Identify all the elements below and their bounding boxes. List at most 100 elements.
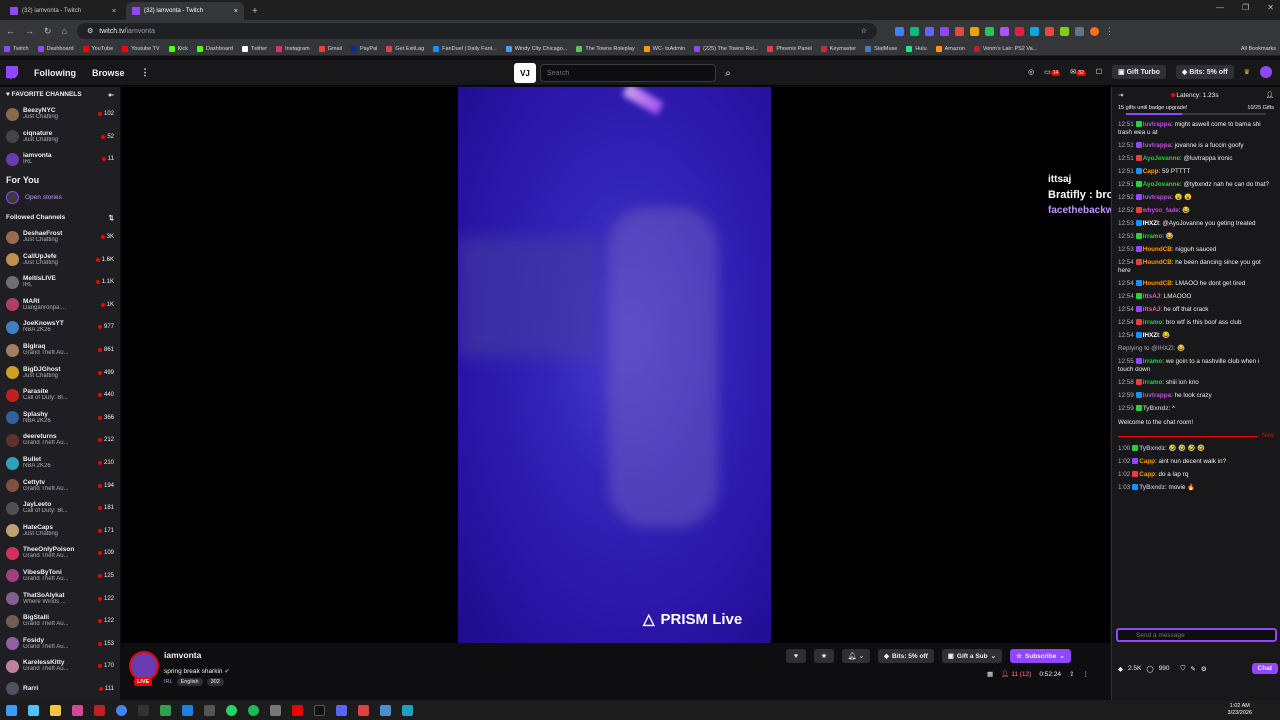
bookmark-item[interactable]: Amazon	[935, 45, 965, 52]
extension-icon[interactable]	[1074, 26, 1084, 36]
chat-badge-icon[interactable]	[1135, 319, 1142, 326]
bookmark-item[interactable]: Kick	[168, 45, 188, 52]
chat-username[interactable]: Capp	[1143, 168, 1159, 175]
chat-username[interactable]: irramo	[1143, 233, 1163, 240]
user-avatar[interactable]	[1260, 66, 1272, 78]
chat-username[interactable]: luvtrappa	[1143, 121, 1171, 128]
chat-message[interactable]: 12:51 Capp: 59 PTTTT	[1118, 168, 1274, 176]
chat-badge-icon[interactable]	[1135, 194, 1142, 201]
chat-badge-icon[interactable]	[1132, 484, 1139, 491]
sidebar-channel[interactable]: Fosidy Grand Theft Au... 153	[0, 632, 120, 655]
profile-avatar-icon[interactable]	[1089, 26, 1099, 36]
sidebar-channel[interactable]: iamvonta IRL 11	[0, 148, 120, 171]
chat-username[interactable]: TyBxndz	[1143, 405, 1169, 412]
bookmark-item[interactable]: Hulu	[906, 45, 927, 52]
browse-link[interactable]: Browse	[92, 68, 125, 78]
chat-message[interactable]: 12:55 irramo: we goin to a nashville club…	[1118, 358, 1274, 374]
drops-icon[interactable]: ◎	[1028, 68, 1034, 76]
extension-icon[interactable]	[984, 26, 994, 36]
taskbar-app-icon[interactable]	[182, 704, 193, 716]
crown-icon[interactable]: ♛	[1244, 68, 1250, 76]
file-explorer-icon[interactable]	[50, 704, 61, 716]
grid-icon[interactable]: ▦	[987, 670, 993, 678]
chat-username[interactable]: IHXZI	[1143, 220, 1159, 227]
whatsapp-icon[interactable]	[226, 704, 237, 716]
gift-sub-button[interactable]: ▣ Gift a Sub ⌄	[941, 649, 1003, 663]
all-bookmarks-link[interactable]: All Bookmarks	[1241, 46, 1276, 52]
close-tab-icon[interactable]: ×	[234, 8, 238, 15]
vj-logo[interactable]: VJ	[514, 63, 536, 83]
bookmark-item[interactable]: (225) The Towns Rol...	[694, 45, 758, 52]
sidebar-channel[interactable]: Parasite Call of Duty: Bl... 440	[0, 384, 120, 407]
whispers-icon[interactable]: ✉ 32	[1070, 68, 1086, 76]
chat-badge-icon[interactable]	[1135, 181, 1142, 188]
sidebar-channel[interactable]: Cettytv Grand Theft Au... 194	[0, 474, 120, 497]
sidebar-channel[interactable]: deereturns Grand Theft Au... 212	[0, 429, 120, 452]
chat-message[interactable]: 12:59 luvtrappa: he look crazy	[1118, 392, 1274, 400]
chat-badge-icon[interactable]	[1135, 155, 1142, 162]
chat-message[interactable]: 1:00 TyBxndz: 🤣 🤣 🤣 🤣	[1118, 445, 1274, 453]
channel-avatar[interactable]	[129, 651, 159, 681]
taskbar-app-icon[interactable]	[380, 704, 391, 716]
bookmark-star-icon[interactable]: ☆	[861, 27, 867, 35]
tag-count[interactable]: 302	[206, 678, 224, 686]
chat-message[interactable]: 1:03 TyBxndz: movie 🔥	[1118, 484, 1274, 492]
chat-username[interactable]: whyso_fade	[1143, 207, 1179, 214]
browser-tab[interactable]: (32) iamvonta - Twitch ×	[4, 2, 122, 20]
more-menu-icon[interactable]: ⋮	[141, 67, 150, 78]
extension-icon[interactable]	[999, 26, 1009, 36]
taskbar-app-icon[interactable]	[270, 704, 281, 716]
chat-badge-icon[interactable]	[1132, 445, 1139, 452]
bookmark-item[interactable]: The Towns Roleplay	[576, 45, 635, 52]
chat-username[interactable]: HoundCB	[1143, 259, 1172, 266]
open-stories-button[interactable]: Open stories	[0, 189, 120, 206]
bookmark-item[interactable]: Windy City Chicago...	[505, 45, 567, 52]
language-tag[interactable]: English	[176, 678, 203, 686]
taskbar-app-icon[interactable]	[28, 704, 39, 716]
subscribe-button[interactable]: ☆ Subscribe ⌄	[1010, 649, 1071, 663]
sidebar-channel[interactable]: CallUpJefe Just Chatting 1.6K	[0, 248, 120, 271]
bookmark-item[interactable]: Twitter	[241, 45, 267, 52]
bookmark-item[interactable]: FanDuel | Daily Fant...	[433, 45, 497, 52]
follow-heart-icon[interactable]: ♥	[786, 649, 806, 663]
search-input[interactable]	[540, 64, 716, 82]
chat-badge-icon[interactable]	[1135, 379, 1142, 386]
taskbar-app-icon[interactable]	[94, 704, 105, 716]
chat-badge-icon[interactable]	[1135, 358, 1142, 365]
collapse-sidebar-icon[interactable]: ⇤	[109, 91, 114, 99]
browser-tab-active[interactable]: (32) iamvonta - Twitch ×	[126, 2, 244, 20]
chat-message[interactable]: 12:51 luvtrappa: might aswell come to bam…	[1118, 121, 1274, 137]
sidebar-channel[interactable]: JayLeeto Call of Duty: Bl... 181	[0, 497, 120, 520]
spotify-icon[interactable]	[248, 704, 259, 716]
chat-message[interactable]: 12:54 ittsAJ: LMAOOO	[1118, 293, 1274, 301]
bookmark-item[interactable]: Youtube TV	[122, 45, 160, 52]
extension-icon[interactable]	[894, 26, 904, 36]
points-balance[interactable]: 990	[1159, 665, 1170, 672]
taskbar-app-icon[interactable]	[358, 704, 369, 716]
share-icon[interactable]: ⇪	[1069, 670, 1074, 678]
sidebar-channel[interactable]: BigIraq Grand Theft Au... 861	[0, 339, 120, 362]
maximize-icon[interactable]: ❐	[1242, 3, 1249, 12]
sidebar-channel[interactable]: KarelessKitty Grand Theft Au... 170	[0, 655, 120, 678]
chat-badge-icon[interactable]	[1135, 306, 1142, 313]
community-icon[interactable]: 👤︎	[1266, 91, 1274, 99]
sidebar-channel[interactable]: BigDJGhost Just Chatting 499	[0, 361, 120, 384]
chat-username[interactable]: ittsAJ	[1143, 306, 1161, 313]
close-window-icon[interactable]: ✕	[1267, 3, 1274, 12]
collapse-chat-icon[interactable]: ⇥	[1118, 91, 1123, 99]
chrome-icon[interactable]	[116, 704, 127, 716]
reload-icon[interactable]: ↻	[44, 26, 52, 37]
bookmark-item[interactable]: YouTube	[82, 45, 113, 52]
chat-badge-icon[interactable]	[1135, 293, 1142, 300]
extension-icon[interactable]	[939, 26, 949, 36]
bookmark-item[interactable]: Instagram	[276, 45, 310, 52]
bookmark-item[interactable]: PayPal	[350, 45, 377, 52]
inbox-icon[interactable]: ▭ 14	[1044, 68, 1061, 76]
chat-username[interactable]: TyBxndz	[1139, 445, 1165, 452]
chat-badge-icon[interactable]	[1132, 458, 1139, 465]
chat-message[interactable]: 12:54 ittsAJ: he off that crack	[1118, 306, 1274, 314]
system-clock[interactable]: 1:02 AM 3/23/2026	[1228, 703, 1252, 717]
sidebar-channel[interactable]: Splashy NBA 2K26 366	[0, 407, 120, 430]
sidebar-channel[interactable]: BeezyNYC Just Chatting 102	[0, 103, 120, 126]
stream-video[interactable]: △ PRISM Live	[458, 87, 771, 643]
